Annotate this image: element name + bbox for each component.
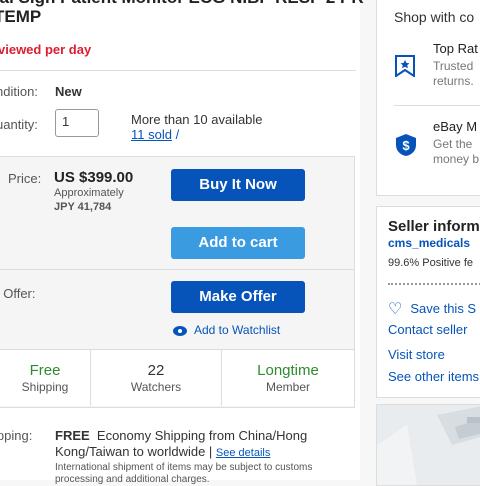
condition-value: New (55, 84, 82, 99)
divider (0, 269, 354, 270)
stat-watchers: 22 Watchers (91, 350, 222, 406)
price-box: Price: US $399.00 Approximately JPY 41,7… (0, 156, 355, 408)
sold-suffix: / (175, 127, 180, 142)
ribbon-icon (395, 55, 415, 77)
shipping-free: FREE (55, 428, 90, 443)
top-rated-title: Top Rat (433, 41, 478, 56)
stat-label: Shipping (21, 380, 69, 394)
top-rated-line: returns. (433, 74, 474, 88)
see-details-link[interactable]: See details (216, 447, 270, 459)
views-per-day: viewed per day (0, 42, 92, 57)
stat-value: Longtime (257, 362, 319, 379)
add-to-watchlist-link[interactable]: Add to Watchlist (173, 323, 280, 337)
shipping-label: ipping: (0, 428, 33, 443)
heart-icon: ♡ (388, 301, 403, 318)
watchlist-label: Add to Watchlist (194, 323, 281, 337)
top-rated-line: Trusted (433, 59, 474, 73)
contact-seller-link[interactable]: Contact seller (388, 322, 467, 337)
best-offer-label: t Offer: (0, 286, 36, 301)
money-back-shield-icon: $ (396, 134, 416, 156)
money-back-text: Get the money b (433, 137, 479, 167)
see-other-items-link[interactable]: See other items (388, 369, 479, 384)
top-rated-text: Trusted returns. (433, 59, 474, 89)
stat-label: Watchers (130, 380, 182, 394)
condition-label: ndition: (0, 84, 38, 99)
make-offer-button[interactable]: Make Offer (171, 281, 305, 313)
stats-bar: Free Shipping 22 Watchers Longtime Membe… (0, 349, 354, 406)
divider (388, 283, 480, 285)
price-label: Price: (8, 171, 42, 186)
divider (394, 105, 480, 106)
stat-value: Free (29, 362, 61, 379)
sold-link[interactable]: 11 sold (131, 127, 172, 142)
approx-label: Approximately (54, 187, 124, 199)
stat-member: Longtime Member (222, 350, 354, 406)
divider (0, 70, 356, 71)
visit-store-link[interactable]: Visit store (388, 347, 445, 362)
add-to-cart-button[interactable]: Add to cart (171, 227, 305, 259)
eye-icon (173, 325, 187, 336)
seller-name-link[interactable]: cms_medicals (388, 236, 470, 250)
money-back-line: Get the (433, 137, 473, 151)
card-heading: Shop with co (394, 9, 475, 25)
stat-label: Member (265, 380, 310, 394)
seller-feedback: 99.6% Positive fe (388, 257, 473, 269)
save-seller-link[interactable]: ♡ Save this S (388, 299, 476, 319)
converted-price: JPY 41,784 (54, 201, 112, 213)
availability-text: More than 10 available (131, 112, 263, 127)
buy-it-now-button[interactable]: Buy It Now (171, 169, 305, 201)
quantity-input[interactable]: 1 (55, 109, 99, 137)
shipping-value: FREE Economy Shipping from China/Hong Ko… (55, 428, 345, 461)
shipping-note: International shipment of items may be s… (55, 462, 313, 485)
price-amount: US $399.00 (54, 169, 134, 186)
shop-with-confidence-card: Shop with co Top Rat Trusted returns. $ … (376, 0, 480, 196)
seller-info-card: Seller inform cms_medicals 99.6% Positiv… (376, 206, 480, 398)
item-title: tal Sign Patient Monitor ECG NIBP RESP 2… (0, 0, 364, 26)
svg-text:$: $ (402, 138, 410, 153)
promo-image[interactable] (376, 404, 480, 486)
seller-info-heading: Seller inform (388, 218, 480, 235)
stat-value: 22 (147, 362, 165, 379)
sold-count: 11 sold / (131, 127, 179, 142)
listing-main-panel: tal Sign Patient Monitor ECG NIBP RESP 2… (0, 0, 364, 485)
product-photo (377, 405, 480, 485)
stat-shipping: Free Shipping (0, 350, 91, 406)
money-back-line: money b (433, 152, 480, 166)
quantity-label: uantity: (0, 117, 38, 132)
save-seller-label: Save this S (410, 301, 477, 316)
money-back-title: eBay M (433, 119, 478, 134)
